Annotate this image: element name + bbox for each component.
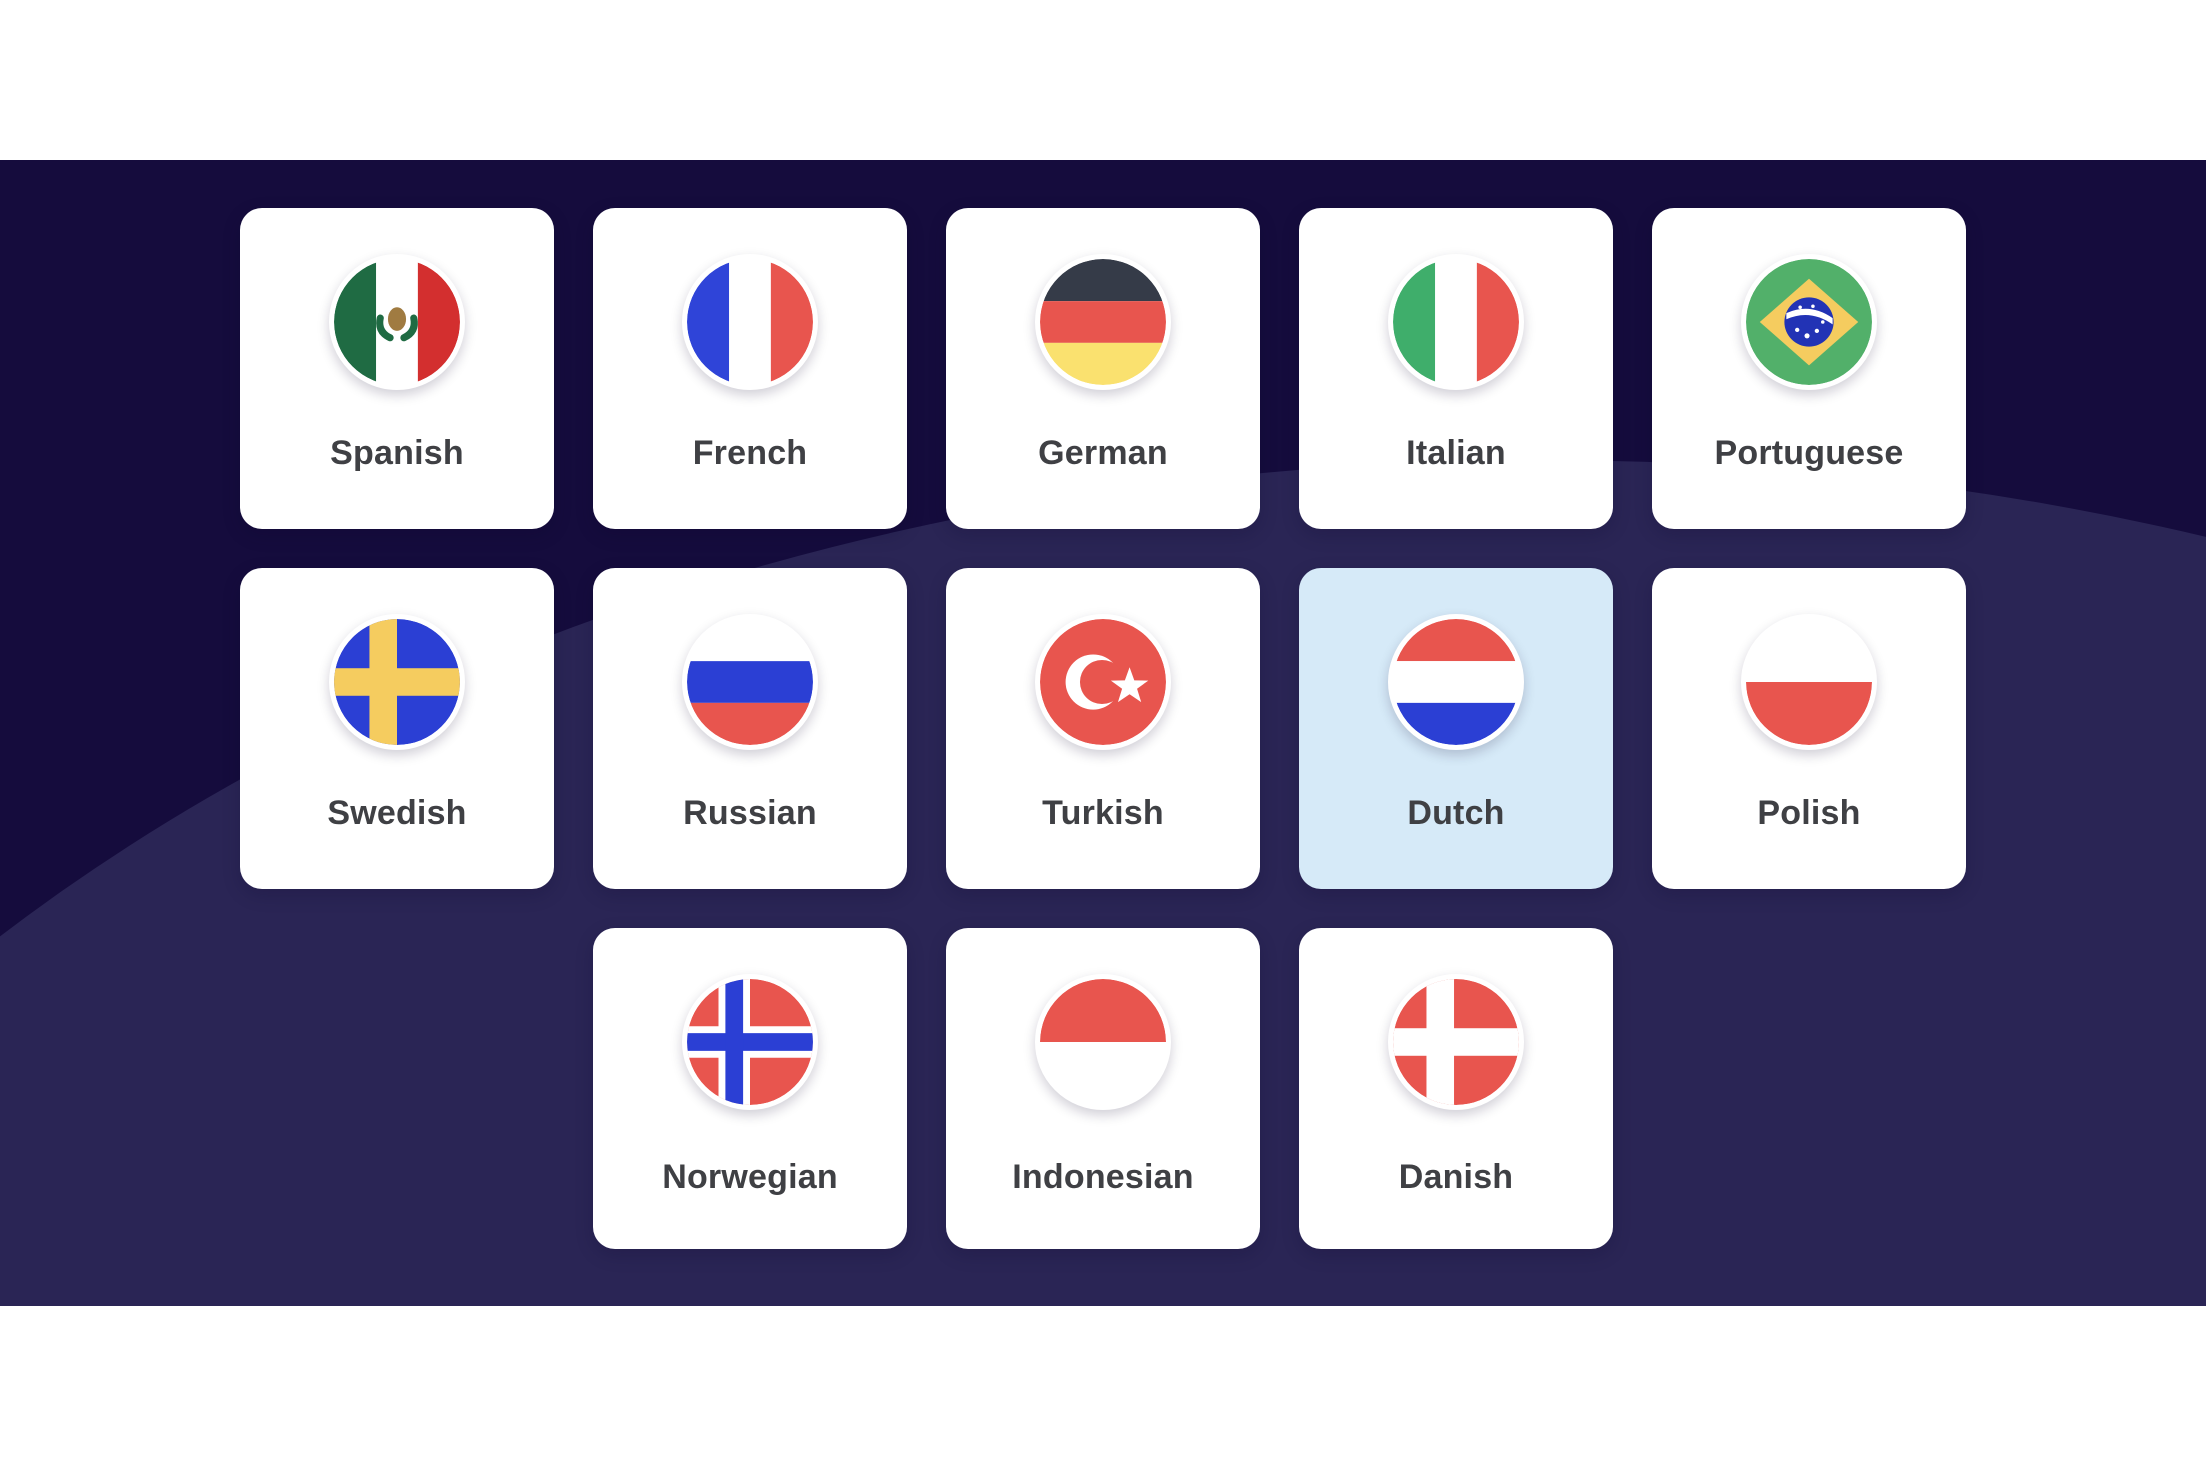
flag-denmark-icon — [1388, 974, 1524, 1110]
language-card-italian[interactable]: Italian — [1299, 208, 1613, 529]
language-label: Norwegian — [662, 1158, 838, 1196]
flag-netherlands-icon — [1388, 614, 1524, 750]
language-row-2: Swedish Russian Turkish Dutch Polish — [240, 568, 1966, 889]
language-picker-screen: Spanish French German Italian Portuguese… — [0, 0, 2206, 1470]
language-label: French — [692, 434, 808, 472]
language-card-turkish[interactable]: Turkish — [946, 568, 1260, 889]
language-label: Polish — [1757, 794, 1861, 832]
language-label: Spanish — [330, 434, 464, 472]
language-card-indonesian[interactable]: Indonesian — [946, 928, 1260, 1249]
language-label: Indonesian — [1012, 1158, 1194, 1196]
language-card-danish[interactable]: Danish — [1299, 928, 1613, 1249]
language-label: Russian — [683, 794, 817, 832]
language-row-1: Spanish French German Italian Portuguese — [240, 208, 1966, 529]
language-card-dutch[interactable]: Dutch — [1299, 568, 1613, 889]
flag-turkey-icon — [1035, 614, 1171, 750]
flag-italy-icon — [1388, 254, 1524, 390]
flag-germany-icon — [1035, 254, 1171, 390]
flag-brazil-icon — [1741, 254, 1877, 390]
language-card-portuguese[interactable]: Portuguese — [1652, 208, 1966, 529]
flag-sweden-icon — [329, 614, 465, 750]
language-card-russian[interactable]: Russian — [593, 568, 907, 889]
flag-russia-icon — [682, 614, 818, 750]
language-label: Dutch — [1407, 794, 1505, 832]
language-label: Turkish — [1042, 794, 1164, 832]
language-row-3: Norwegian Indonesian Danish — [240, 928, 1966, 1249]
language-card-swedish[interactable]: Swedish — [240, 568, 554, 889]
flag-mexico-icon — [329, 254, 465, 390]
language-card-norwegian[interactable]: Norwegian — [593, 928, 907, 1249]
flag-poland-icon — [1741, 614, 1877, 750]
language-card-polish[interactable]: Polish — [1652, 568, 1966, 889]
flag-indonesia-icon — [1035, 974, 1171, 1110]
language-label: Danish — [1398, 1158, 1514, 1196]
language-label: Portuguese — [1714, 434, 1904, 472]
language-card-french[interactable]: French — [593, 208, 907, 529]
flag-norway-icon — [682, 974, 818, 1110]
language-label: German — [1038, 434, 1168, 472]
language-label: Swedish — [327, 794, 467, 832]
language-card-german[interactable]: German — [946, 208, 1260, 529]
language-card-spanish[interactable]: Spanish — [240, 208, 554, 529]
flag-france-icon — [682, 254, 818, 390]
language-card-grid: Spanish French German Italian Portuguese… — [0, 0, 2206, 1470]
language-label: Italian — [1406, 434, 1506, 472]
